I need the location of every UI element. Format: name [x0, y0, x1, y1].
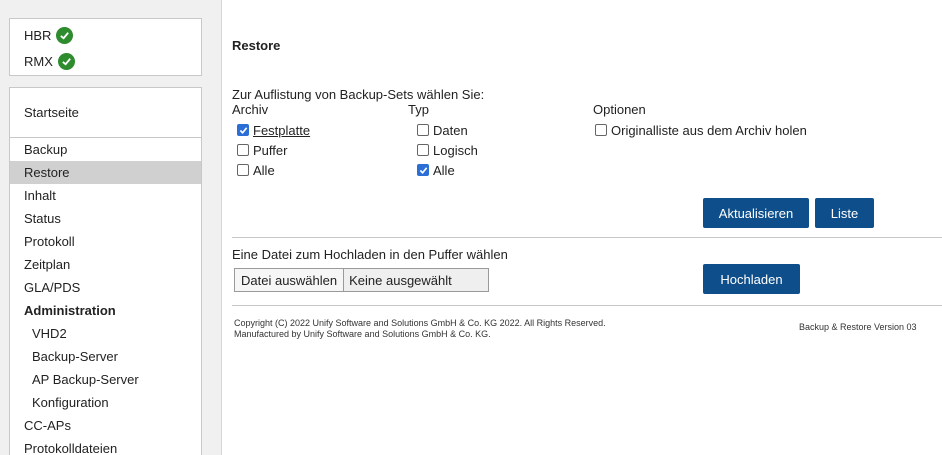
sidebar-item-label: AP Backup-Server [32, 372, 139, 387]
sidebar-item-label: Inhalt [24, 188, 56, 203]
checkbox-unchecked-icon[interactable] [237, 164, 249, 176]
sidebar-item-zeitplan[interactable]: Zeitplan [10, 253, 201, 276]
sidebar-item-gla-pds[interactable]: GLA/PDS [10, 276, 201, 299]
check-circle-icon [57, 52, 75, 70]
checkbox-label-typ-alle: Alle [433, 162, 455, 178]
main-content: Restore Zur Auflistung von Backup-Sets w… [223, 0, 942, 455]
upload-label: Eine Datei zum Hochladen in den Puffer w… [232, 247, 508, 262]
sidebar-section-administration: Administration [10, 299, 201, 322]
file-input[interactable]: Datei auswählen Keine ausgewählt [234, 268, 489, 292]
sidebar-item-protokolldateien[interactable]: Protokolldateien [10, 437, 201, 455]
checkbox-unchecked-icon[interactable] [417, 124, 429, 136]
sidebar-item-label: Backup [24, 142, 68, 157]
list-button[interactable]: Liste [815, 198, 874, 228]
checkbox-unchecked-icon[interactable] [417, 144, 429, 156]
sidebar-item-inhalt[interactable]: Inhalt [10, 184, 201, 207]
upload-button[interactable]: Hochladen [703, 264, 800, 294]
checkbox-logisch[interactable]: Logisch [417, 142, 478, 158]
checkbox-typ-alle[interactable]: Alle [417, 162, 455, 178]
copyright-line-2: Manufactured by Unify Software and Solut… [234, 329, 491, 339]
sidebar-item-backup[interactable]: Backup [10, 138, 201, 161]
sidebar-section-label: Administration [24, 303, 116, 318]
sidebar-item-label: VHD2 [32, 326, 67, 341]
divider [232, 305, 942, 306]
sidebar-item-label: Startseite [24, 105, 79, 120]
checkbox-unchecked-icon[interactable] [237, 144, 249, 156]
checkbox-puffer[interactable]: Puffer [237, 142, 287, 158]
file-status-text: Keine ausgewählt [349, 272, 452, 288]
sidebar-item-label: Restore [24, 165, 70, 180]
sidebar-item-label: CC-APs [24, 418, 71, 433]
checkbox-label-archiv-alle: Alle [253, 162, 275, 178]
intro-text: Zur Auflistung von Backup-Sets wählen Si… [232, 87, 485, 102]
checkbox-label-daten: Daten [433, 122, 468, 138]
checkbox-checked-icon[interactable] [417, 164, 429, 176]
sidebar-item-label: Status [24, 211, 61, 226]
system-status-panel: HBR RMX [9, 18, 202, 76]
refresh-button[interactable]: Aktualisieren [703, 198, 809, 228]
column-header-typ: Typ [408, 102, 429, 117]
sidebar-item-label: Protokolldateien [24, 441, 118, 455]
checkbox-festplatte[interactable]: Festplatte [237, 122, 310, 138]
sidebar-item-label: Konfiguration [32, 395, 109, 410]
sidebar-nav: Startseite Backup Restore Inhalt Status … [9, 87, 202, 455]
sidebar-item-status[interactable]: Status [10, 207, 201, 230]
checkbox-checked-icon[interactable] [237, 124, 249, 136]
status-label-hbr: HBR [24, 27, 52, 43]
status-hbr: HBR [24, 25, 74, 45]
copyright-line-1: Copyright (C) 2022 Unify Software and So… [234, 318, 606, 328]
column-header-optionen: Optionen [593, 102, 646, 117]
sidebar-item-label: Zeitplan [24, 257, 71, 272]
sidebar-item-backup-server[interactable]: Backup-Server [10, 345, 201, 368]
check-circle-icon [56, 26, 74, 44]
column-header-archiv: Archiv [232, 102, 269, 117]
checkbox-label-puffer: Puffer [253, 142, 288, 158]
status-rmx: RMX [24, 51, 75, 71]
checkbox-archiv-alle[interactable]: Alle [237, 162, 275, 178]
sidebar-item-cc-aps[interactable]: CC-APs [10, 414, 201, 437]
choose-file-button[interactable]: Datei auswählen [235, 269, 345, 291]
checkbox-daten[interactable]: Daten [417, 122, 468, 138]
page-title: Restore [232, 38, 281, 53]
sidebar-item-protokoll[interactable]: Protokoll [10, 230, 201, 253]
sidebar-item-restore[interactable]: Restore [10, 161, 201, 184]
status-label-rmx: RMX [24, 53, 53, 69]
checkbox-label-originalliste: Originalliste aus dem Archiv holen [611, 122, 807, 138]
checkbox-originalliste[interactable]: Originalliste aus dem Archiv holen [595, 122, 807, 138]
checkbox-unchecked-icon[interactable] [595, 124, 607, 136]
sidebar-item-konfiguration[interactable]: Konfiguration [10, 391, 201, 414]
checkbox-label-logisch: Logisch [433, 142, 478, 158]
checkbox-label-festplatte[interactable]: Festplatte [253, 123, 310, 138]
version-text: Backup & Restore Version 03 [799, 322, 917, 332]
sidebar-item-label: GLA/PDS [24, 280, 81, 295]
sidebar-item-ap-backup-server[interactable]: AP Backup-Server [10, 368, 201, 391]
divider [232, 237, 942, 238]
sidebar-item-label: Protokoll [24, 234, 75, 249]
sidebar-item-startseite[interactable]: Startseite [10, 88, 201, 138]
copyright-text: Copyright (C) 2022 Unify Software and So… [234, 318, 606, 340]
sidebar-item-vhd2[interactable]: VHD2 [10, 322, 201, 345]
sidebar-item-label: Backup-Server [32, 349, 118, 364]
